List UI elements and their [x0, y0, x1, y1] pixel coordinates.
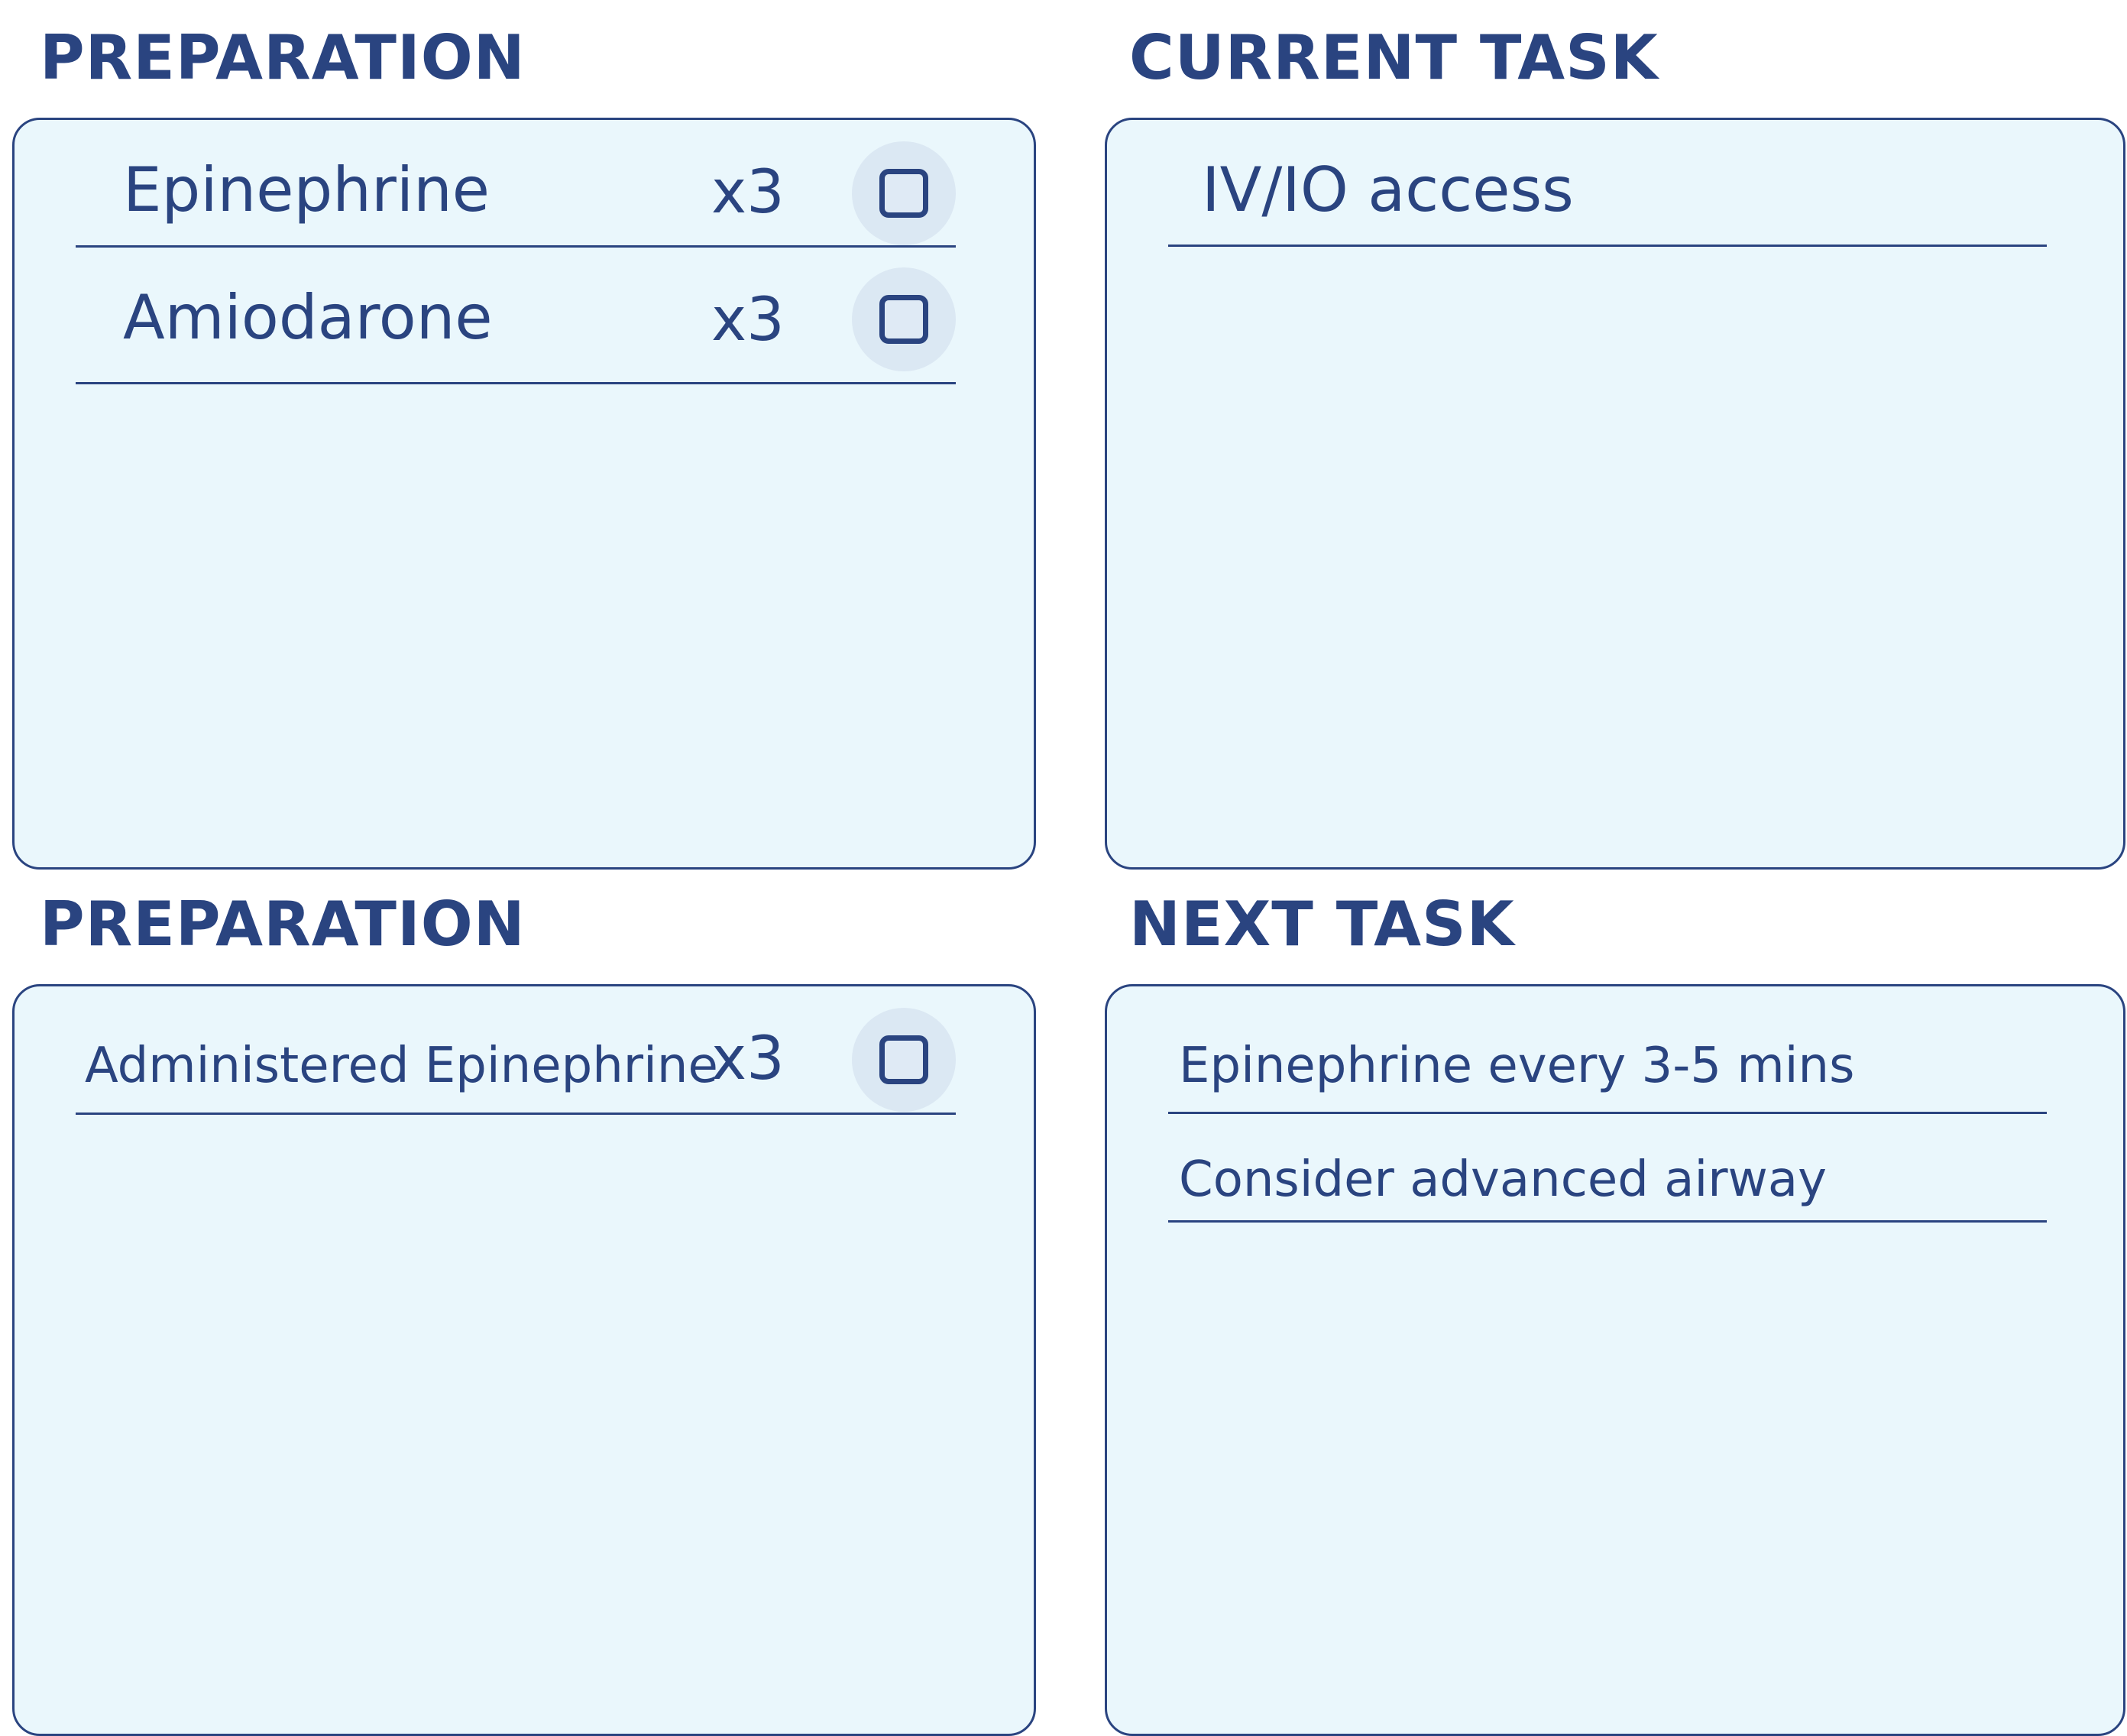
- preparation-item-label: Epinephrine: [123, 154, 490, 225]
- preparation-item-administered-epinephrine: Administered Epinephrine x3: [76, 986, 956, 1115]
- preparation-item-count: x3: [711, 158, 785, 227]
- preparation-item-checkbox[interactable]: [852, 267, 956, 371]
- preparation-bottom-panel: Administered Epinephrine x3: [12, 984, 1036, 1736]
- next-task-item-label: Consider advanced airway: [1179, 1151, 1827, 1208]
- next-task-item-label: Epinephrine every 3-5 mins: [1179, 1038, 1855, 1094]
- next-task-item: Epinephrine every 3-5 mins: [1168, 986, 2047, 1114]
- preparation-item-label: Amiodarone: [123, 282, 493, 353]
- preparation-item-amiodarone: Amiodarone x3: [76, 248, 956, 384]
- checkbox-unchecked-icon: [879, 169, 928, 218]
- preparation-bottom-title: PREPARATION: [40, 889, 526, 960]
- checkbox-unchecked-icon: [879, 295, 928, 344]
- current-task-item: IV/IO access: [1168, 120, 2047, 247]
- next-task-panel: Epinephrine every 3-5 mins Consider adva…: [1105, 984, 2125, 1736]
- preparation-top-title: PREPARATION: [40, 22, 526, 93]
- next-task-title: NEXT TASK: [1129, 889, 1515, 960]
- current-task-title: CURRENT TASK: [1129, 22, 1659, 93]
- preparation-item-epinephrine: Epinephrine x3: [76, 120, 956, 248]
- preparation-item-checkbox[interactable]: [852, 141, 956, 245]
- next-task-item: Consider advanced airway: [1168, 1114, 2047, 1223]
- current-task-item-label: IV/IO access: [1202, 154, 1574, 225]
- preparation-item-count: x3: [711, 1025, 785, 1093]
- preparation-item-count: x3: [711, 286, 785, 355]
- checkbox-unchecked-icon: [879, 1035, 928, 1084]
- preparation-item-checkbox[interactable]: [852, 1008, 956, 1112]
- preparation-top-panel: Epinephrine x3 Amiodarone x3: [12, 118, 1036, 870]
- preparation-item-label: Administered Epinephrine: [85, 1038, 718, 1094]
- current-task-panel: IV/IO access: [1105, 118, 2125, 870]
